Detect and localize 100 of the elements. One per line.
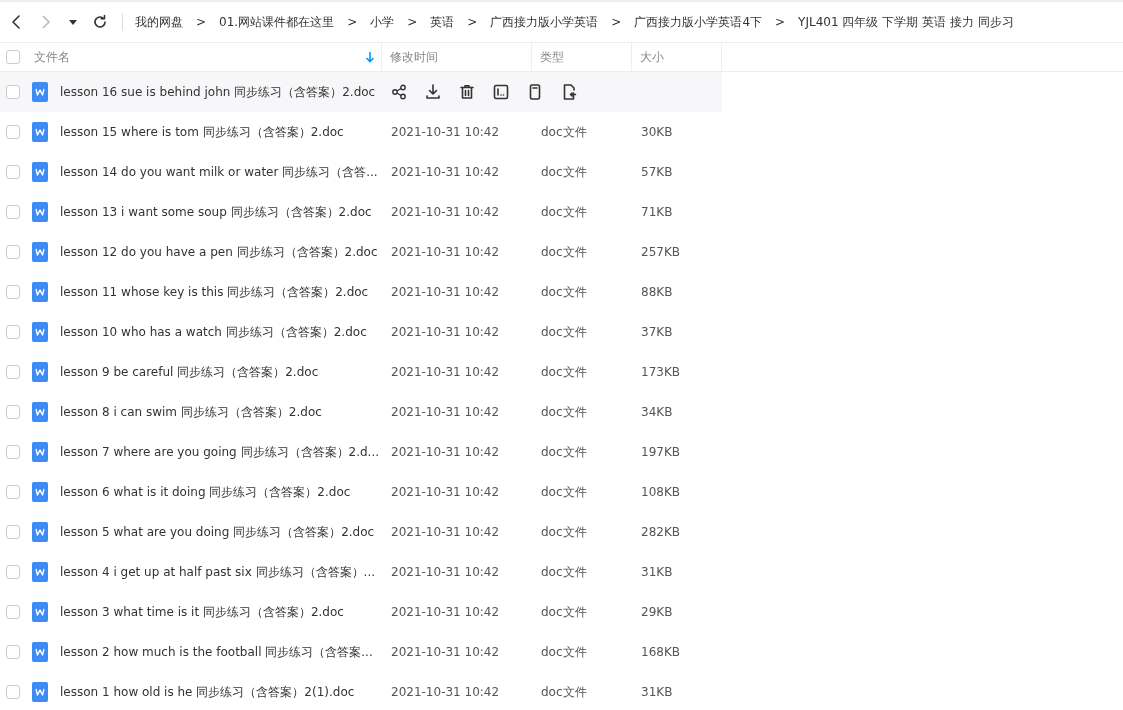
file-name[interactable]: lesson 9 be careful 同步练习（含答案）2.doc bbox=[60, 363, 319, 381]
word-file-icon[interactable] bbox=[32, 482, 48, 502]
file-type: doc文件 bbox=[540, 363, 588, 381]
breadcrumb-item[interactable]: 广西接力版小学英语 bbox=[488, 13, 601, 31]
word-file-icon[interactable] bbox=[32, 282, 48, 302]
column-header[interactable]: 修改时间 bbox=[382, 43, 532, 71]
breadcrumb-item[interactable]: 01.网站课件都在这里 bbox=[217, 13, 337, 31]
share-icon[interactable] bbox=[391, 84, 407, 100]
file-type: doc文件 bbox=[540, 523, 588, 541]
row-checkbox[interactable] bbox=[6, 85, 20, 99]
modified-time: 2021-10-31 10:42 bbox=[390, 325, 501, 339]
row-checkbox[interactable] bbox=[6, 245, 20, 259]
file-type: doc文件 bbox=[540, 403, 588, 421]
row-checkbox[interactable] bbox=[6, 525, 20, 539]
modified-time: 2021-10-31 10:42 bbox=[390, 405, 501, 419]
row-checkbox[interactable] bbox=[6, 125, 20, 139]
rename-icon[interactable] bbox=[493, 84, 509, 100]
file-name[interactable]: lesson 10 who has a watch 同步练习（含答案）2.doc bbox=[60, 323, 367, 341]
file-name[interactable]: lesson 12 do you have a pen 同步练习（含答案）2.doc bbox=[60, 243, 378, 261]
modified-time: 2021-10-31 10:42 bbox=[390, 285, 501, 299]
modified-time: 2021-10-31 10:42 bbox=[390, 165, 501, 179]
row-checkbox[interactable] bbox=[6, 165, 20, 179]
file-size: 108KB bbox=[640, 485, 681, 499]
column-label: 文件名 bbox=[34, 48, 70, 66]
breadcrumb-item[interactable]: 英语 bbox=[428, 13, 457, 31]
file-name[interactable]: lesson 8 i can swim 同步练习（含答案）2.doc bbox=[60, 403, 322, 421]
file-type: doc文件 bbox=[540, 643, 588, 661]
download-icon[interactable] bbox=[425, 84, 441, 100]
row-checkbox[interactable] bbox=[6, 485, 20, 499]
move-file-icon[interactable] bbox=[561, 84, 577, 100]
phone-icon[interactable] bbox=[527, 84, 543, 100]
refresh-icon[interactable] bbox=[92, 14, 108, 30]
file-type: doc文件 bbox=[540, 123, 588, 141]
word-file-icon[interactable] bbox=[32, 682, 48, 702]
row-checkbox[interactable] bbox=[6, 445, 20, 459]
file-name[interactable]: lesson 15 where is tom 同步练习（含答案）2.doc bbox=[60, 123, 344, 141]
word-file-icon[interactable] bbox=[32, 362, 48, 382]
file-size: 173KB bbox=[640, 365, 681, 379]
row-checkbox[interactable] bbox=[6, 685, 20, 699]
word-file-icon[interactable] bbox=[32, 202, 48, 222]
row-checkbox[interactable] bbox=[6, 325, 20, 339]
word-file-icon[interactable] bbox=[32, 82, 48, 102]
row-checkbox[interactable] bbox=[6, 365, 20, 379]
breadcrumb-item[interactable]: 广西接力版小学英语4下 bbox=[632, 13, 765, 31]
word-file-icon[interactable] bbox=[32, 562, 48, 582]
row-checkbox[interactable] bbox=[6, 565, 20, 579]
column-header[interactable]: 类型 bbox=[532, 43, 632, 71]
word-file-icon[interactable] bbox=[32, 602, 48, 622]
modified-time: 2021-10-31 10:42 bbox=[390, 365, 501, 379]
file-size: 30KB bbox=[640, 125, 674, 139]
delete-icon[interactable] bbox=[459, 84, 475, 100]
file-size: 197KB bbox=[640, 445, 681, 459]
file-name[interactable]: lesson 5 what are you doing 同步练习（含答案）2.doc bbox=[60, 523, 375, 541]
word-file-icon[interactable] bbox=[32, 402, 48, 422]
modified-time: 2021-10-31 10:42 bbox=[390, 645, 501, 659]
modified-time: 2021-10-31 10:42 bbox=[390, 685, 501, 699]
sort-arrow-icon[interactable] bbox=[365, 51, 375, 63]
file-name[interactable]: lesson 1 how old is he 同步练习（含答案）2(1).doc bbox=[60, 683, 355, 701]
breadcrumb-separator: > bbox=[346, 15, 359, 29]
word-file-icon[interactable] bbox=[32, 442, 48, 462]
file-type: doc文件 bbox=[540, 163, 588, 181]
file-name[interactable]: lesson 13 i want some soup 同步练习（含答案）2.doc bbox=[60, 203, 372, 221]
file-name[interactable]: lesson 3 what time is it 同步练习（含答案）2.doc bbox=[60, 603, 344, 621]
file-size: 88KB bbox=[640, 285, 674, 299]
select-all-checkbox[interactable] bbox=[6, 50, 20, 64]
dropdown-caret-icon[interactable] bbox=[68, 17, 78, 27]
file-name[interactable]: lesson 14 do you want milk or water 同步练习（含答... bbox=[60, 163, 378, 181]
file-type: doc文件 bbox=[540, 683, 588, 701]
breadcrumb-separator: > bbox=[195, 15, 208, 29]
row-checkbox[interactable] bbox=[6, 285, 20, 299]
word-file-icon[interactable] bbox=[32, 242, 48, 262]
column-header[interactable]: 文件名 bbox=[26, 43, 382, 71]
file-size: 31KB bbox=[640, 565, 674, 579]
row-checkbox[interactable] bbox=[6, 645, 20, 659]
row-checkbox[interactable] bbox=[6, 205, 20, 219]
file-name[interactable]: lesson 6 what is it doing 同步练习（含答案）2.doc bbox=[60, 483, 351, 501]
word-file-icon[interactable] bbox=[32, 322, 48, 342]
modified-time: 2021-10-31 10:42 bbox=[390, 565, 501, 579]
breadcrumb-item[interactable]: 我的网盘 bbox=[133, 13, 185, 31]
file-type: doc文件 bbox=[540, 283, 588, 301]
word-file-icon[interactable] bbox=[32, 162, 48, 182]
row-highlight[interactable]: lesson 16 sue is behind john 同步练习（含答案）2.doc bbox=[0, 72, 722, 112]
file-name[interactable]: lesson 2 how much is the football 同步练习（含答案... bbox=[60, 643, 373, 661]
word-file-icon[interactable] bbox=[32, 522, 48, 542]
row-checkbox[interactable] bbox=[6, 605, 20, 619]
row-checkbox[interactable] bbox=[6, 405, 20, 419]
file-name[interactable]: lesson 16 sue is behind john 同步练习（含答案）2.doc bbox=[60, 83, 376, 101]
word-file-icon[interactable] bbox=[32, 642, 48, 662]
file-size: 168KB bbox=[640, 645, 681, 659]
file-name[interactable]: lesson 11 whose key is this 同步练习（含答案）2.doc bbox=[60, 283, 369, 301]
file-name[interactable]: lesson 7 where are you going 同步练习（含答案）2.d... bbox=[60, 443, 380, 461]
breadcrumb-item[interactable]: YJL401 四年级 下学期 英语 接力 同步习 bbox=[796, 13, 1016, 31]
word-file-icon[interactable] bbox=[32, 122, 48, 142]
breadcrumb-item[interactable]: 小学 bbox=[368, 13, 397, 31]
file-name[interactable]: lesson 4 i get up at half past six 同步练习（含答案）... bbox=[60, 563, 376, 581]
file-size: 282KB bbox=[640, 525, 681, 539]
column-header[interactable]: 大小 bbox=[632, 43, 722, 71]
file-size: 34KB bbox=[640, 405, 674, 419]
file-type: doc文件 bbox=[540, 203, 588, 221]
modified-time: 2021-10-31 10:42 bbox=[390, 525, 501, 539]
